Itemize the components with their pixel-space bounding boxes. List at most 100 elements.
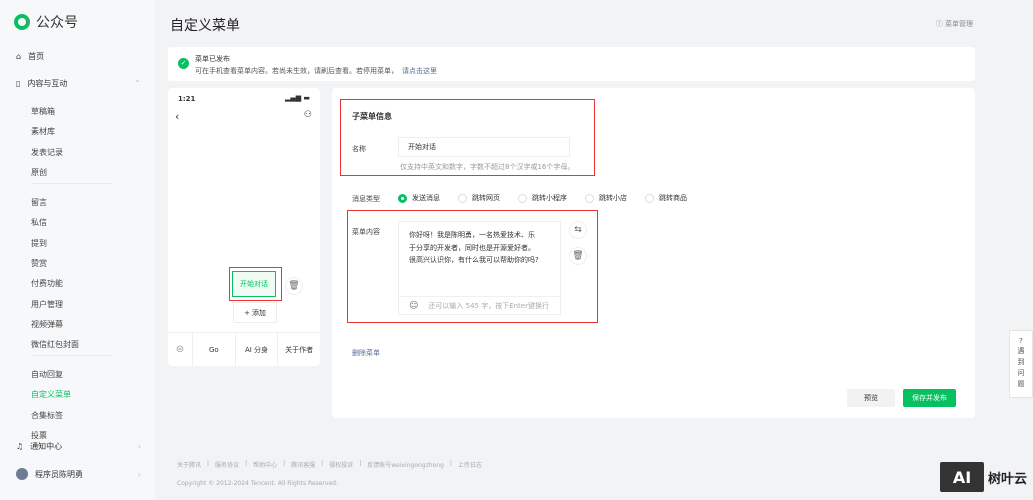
- switch-icon[interactable]: ⇆: [569, 221, 587, 239]
- radio-msg-type[interactable]: 跳转小店: [585, 193, 627, 203]
- sidebar-item-user[interactable]: 程序员陈明勇 ›: [16, 468, 141, 480]
- check-icon: ✓: [178, 58, 189, 69]
- phone-time: 1:21: [178, 95, 196, 103]
- bell-icon: ♫: [16, 442, 24, 451]
- sidebar: 公众号 ⌂ 首页 ▯ 内容与互动 ⌃ 草稿箱素材库发表记录原创留言私信提到赞赏付费功能…: [0, 0, 155, 500]
- footer-link[interactable]: 关于腾讯: [177, 460, 201, 469]
- sidebar-item[interactable]: 自定义菜单: [31, 389, 71, 400]
- sidebar-item[interactable]: 原创: [31, 167, 47, 178]
- menu-item-go[interactable]: Go: [192, 333, 235, 366]
- sidebar-item[interactable]: 草稿箱: [31, 106, 55, 117]
- name-label: 名称: [352, 145, 366, 153]
- preview-button[interactable]: 预览: [847, 389, 895, 407]
- sidebar-item[interactable]: 视频弹幕: [31, 319, 63, 330]
- radio-msg-type[interactable]: 跳转小程序: [518, 193, 567, 203]
- footer-links: 关于腾讯 | 服务协议 | 帮助中心 | 腾讯客服 | 侵权投诉 | 反馈账号weixingongz…: [177, 460, 482, 469]
- content-textarea[interactable]: 你好呀！我是陈明勇，一名热爱技术、乐于分享的开发者，同时也是开源爱好者。很高兴认…: [398, 221, 561, 315]
- add-label: 添加: [251, 308, 266, 317]
- user-icon[interactable]: ⚇: [304, 110, 312, 120]
- signal-battery-icon: ▂▄▆ ▬: [285, 94, 310, 102]
- notice-title: 菜单已发布: [195, 55, 230, 63]
- section-title: 子菜单信息: [352, 112, 392, 121]
- menu-manage-label: 菜单管理: [945, 20, 973, 28]
- sidebar-item-label: 内容与互动: [27, 79, 68, 88]
- home-icon: ⌂: [16, 52, 22, 61]
- sidebar-item-label: 首页: [28, 52, 45, 61]
- sidebar-item-home[interactable]: ⌂ 首页: [16, 51, 141, 62]
- footer-link[interactable]: 上传日志: [458, 460, 482, 469]
- content-label: 菜单内容: [352, 228, 380, 236]
- radio-msg-type[interactable]: 跳转网页: [458, 193, 500, 203]
- radio-icon: [645, 193, 654, 203]
- menu-editor: 子菜单信息 名称 仅支持中英文和数字，字数不超过8个汉字或16个字母。 消息类型…: [332, 88, 975, 418]
- back-icon[interactable]: ‹: [175, 110, 179, 123]
- footer-link[interactable]: 帮助中心: [253, 460, 277, 469]
- radio-label: 跳转商品: [659, 194, 687, 202]
- radio-msg-type[interactable]: 跳转商品: [645, 193, 687, 203]
- user-name: 程序员陈明勇: [35, 469, 83, 479]
- msg-type-radios: 发送消息 跳转网页 跳转小程序 跳转小店 跳转商品: [398, 193, 687, 203]
- sidebar-item-label: 通知中心: [30, 442, 63, 451]
- help-char: 问: [1017, 369, 1025, 377]
- radio-msg-type[interactable]: 发送消息: [398, 193, 440, 203]
- sidebar-item[interactable]: 私信: [31, 217, 47, 228]
- delete-menu-link[interactable]: 删除菜单: [352, 348, 380, 358]
- sidebar-item[interactable]: 合集标签: [31, 410, 63, 421]
- help-icon: ?: [1019, 337, 1023, 345]
- menu-item-about[interactable]: 关于作者: [277, 333, 320, 366]
- sidebar-item-notify[interactable]: ♫ 通知中心 ›: [16, 441, 141, 452]
- app-name: 公众号: [36, 15, 78, 31]
- radio-icon: [518, 193, 527, 203]
- sidebar-item[interactable]: 赞赏: [31, 258, 47, 269]
- footer-link[interactable]: 侵权投诉: [329, 460, 353, 469]
- name-hint: 仅支持中英文和数字，字数不超过8个汉字或16个字母。: [400, 163, 575, 171]
- footer-link[interactable]: 腾讯客服: [291, 460, 315, 469]
- footer-link[interactable]: 服务协议: [215, 460, 239, 469]
- radio-label: 跳转小店: [599, 194, 627, 202]
- menu-manage-link[interactable]: ⓘ 菜单管理: [936, 19, 973, 29]
- chevron-up-icon: ⌃: [134, 79, 141, 88]
- help-button[interactable]: ? 遇到问题: [1009, 330, 1033, 398]
- menu-item-ai[interactable]: AI 分身: [234, 333, 278, 366]
- plus-icon: +: [244, 308, 250, 317]
- sidebar-item[interactable]: 留言: [31, 197, 47, 208]
- emoji-icon[interactable]: ☺: [409, 301, 418, 311]
- separator: |: [283, 460, 286, 467]
- sidebar-item[interactable]: 提到: [31, 238, 47, 249]
- separator: |: [321, 460, 324, 467]
- page-title: 自定义菜单: [170, 18, 240, 34]
- save-publish-button[interactable]: 保存并发布: [903, 389, 956, 407]
- trash-icon[interactable]: 🗑: [569, 247, 587, 265]
- logo[interactable]: 公众号: [14, 12, 78, 32]
- sidebar-item[interactable]: 微信红包封面: [31, 339, 79, 350]
- name-input[interactable]: [398, 137, 570, 157]
- menu-bar: ⊜ Go AI 分身 关于作者: [168, 332, 320, 366]
- watermark-text: 树叶云: [987, 471, 1027, 487]
- separator: |: [245, 460, 248, 467]
- content-text: 你好呀！我是陈明勇，一名热爱技术、乐于分享的开发者，同时也是开源爱好者。很高兴认…: [409, 231, 539, 264]
- radio-icon: [585, 193, 594, 203]
- avatar: [16, 468, 28, 480]
- content-hint: 还可以输入 545 字，按下Enter键换行: [428, 301, 549, 310]
- radio-label: 发送消息: [412, 194, 440, 202]
- keyboard-icon[interactable]: ⊜: [168, 333, 192, 366]
- separator: |: [449, 460, 452, 467]
- sidebar-item[interactable]: 发表记录: [31, 147, 63, 158]
- copyright: Copyright © 2012-2024 Tencent. All Right…: [177, 480, 338, 487]
- radio-label: 跳转网页: [472, 194, 500, 202]
- trash-icon[interactable]: 🗑: [285, 277, 303, 295]
- radio-label: 跳转小程序: [532, 194, 567, 202]
- chevron-right-icon: ›: [137, 442, 141, 451]
- msg-type-label: 消息类型: [352, 195, 380, 203]
- notice-link[interactable]: 请点击这里: [402, 67, 437, 75]
- footer-link[interactable]: 反馈账号weixingongzhong: [367, 460, 444, 469]
- sidebar-item[interactable]: 用户管理: [31, 299, 63, 310]
- sidebar-item[interactable]: 自动回复: [31, 369, 63, 380]
- separator: |: [207, 460, 210, 467]
- sidebar-item[interactable]: 付费功能: [31, 278, 63, 289]
- sidebar-item[interactable]: 素材库: [31, 126, 55, 137]
- sidebar-item[interactable]: 投票: [31, 430, 47, 441]
- sidebar-item-content[interactable]: ▯ 内容与互动 ⌃: [16, 78, 141, 89]
- add-sub-menu-button[interactable]: + 添加: [233, 302, 277, 323]
- document-icon: ▯: [16, 79, 21, 88]
